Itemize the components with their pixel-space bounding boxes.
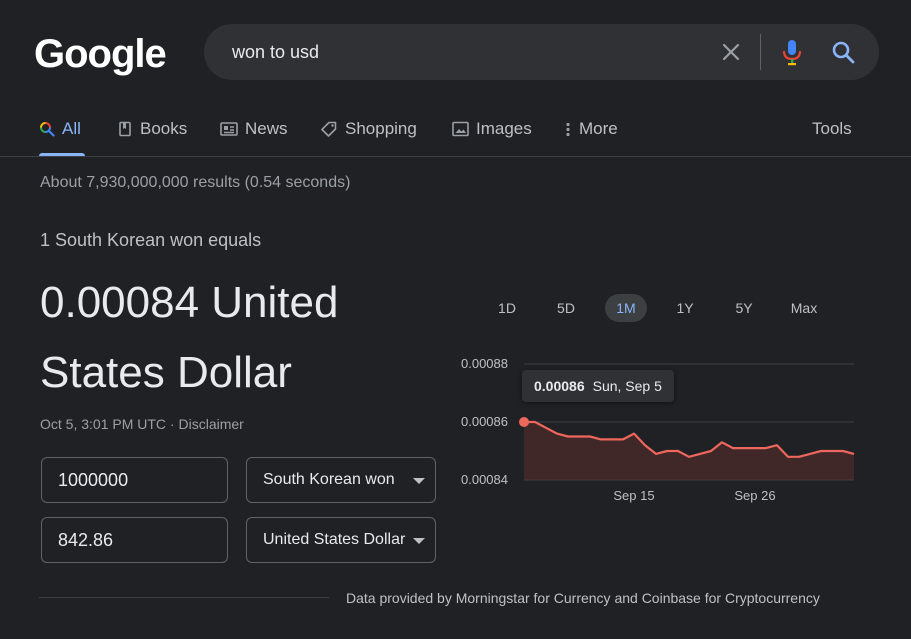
tag-icon — [320, 118, 338, 137]
tab-label: Images — [476, 119, 532, 138]
y-tick-label: 0.00086 — [461, 414, 508, 429]
range-max-button[interactable]: Max — [783, 294, 825, 322]
tab-label: More — [579, 119, 618, 138]
search-input[interactable]: won to usd — [232, 40, 319, 64]
from-amount-input[interactable] — [42, 458, 227, 502]
search-multicolor-icon — [39, 118, 55, 137]
book-icon — [117, 118, 133, 137]
timestamp-line: Oct 5, 3:01 PM UTC · Disclaimer — [40, 416, 244, 432]
image-icon — [452, 118, 469, 137]
to-currency-select[interactable]: United States Dollar — [246, 517, 436, 563]
chart-hover-point — [519, 417, 529, 427]
y-tick-label: 0.00084 — [461, 472, 508, 487]
tab-label: Books — [140, 119, 188, 138]
tab-images[interactable]: Images — [452, 118, 532, 156]
separator: · — [166, 416, 179, 432]
result-stats: About 7,930,000,000 results (0.54 second… — [40, 174, 351, 191]
dropdown-arrow-icon — [413, 478, 425, 484]
chart-tooltip: 0.00086 Sun, Sep 5 — [522, 370, 674, 402]
from-currency-select[interactable]: South Korean won — [246, 457, 436, 503]
x-tick-label: Sep 26 — [734, 488, 775, 503]
tab-shopping[interactable]: Shopping — [320, 118, 417, 156]
dropdown-arrow-icon — [413, 538, 425, 544]
range-1m-button[interactable]: 1M — [605, 294, 647, 322]
footer-divider — [39, 597, 329, 598]
tab-news[interactable]: News — [220, 118, 288, 156]
exchange-rate-chart[interactable]: 0.00088 0.00086 0.00084 Sep 15 Sep 26 — [440, 340, 880, 520]
to-amount-input[interactable] — [42, 518, 227, 562]
range-1y-button[interactable]: 1Y — [664, 294, 706, 322]
newspaper-icon — [220, 118, 238, 137]
timestamp: Oct 5, 3:01 PM UTC — [40, 416, 167, 432]
tools-button[interactable]: Tools — [812, 118, 852, 156]
y-tick-label: 0.00088 — [461, 356, 508, 371]
more-vert-icon — [564, 118, 572, 137]
tab-books[interactable]: Books — [117, 118, 187, 156]
tab-label: News — [245, 119, 288, 138]
tooltip-value: 0.00086 — [534, 378, 585, 394]
tooltip-date: Sun, Sep 5 — [592, 378, 662, 394]
google-logo[interactable]: Google — [34, 32, 167, 76]
search-bar[interactable]: won to usd — [204, 24, 879, 80]
range-5d-button[interactable]: 5D — [545, 294, 587, 322]
data-attribution: Data provided by Morningstar for Currenc… — [346, 590, 820, 606]
microphone-icon[interactable] — [778, 37, 806, 67]
x-tick-label: Sep 15 — [613, 488, 654, 503]
tab-more[interactable]: More — [564, 118, 618, 156]
range-1d-button[interactable]: 1D — [486, 294, 528, 322]
tabs-divider — [0, 156, 911, 157]
disclaimer-link[interactable]: Disclaimer — [179, 416, 244, 432]
tab-label: All — [62, 119, 81, 138]
conversion-result: 0.00084 United States Dollar — [40, 278, 339, 397]
search-divider — [760, 34, 761, 70]
tab-all[interactable]: All — [39, 118, 81, 156]
to-currency-label: United States Dollar — [263, 531, 406, 548]
equals-label: 1 South Korean won equals — [40, 230, 262, 250]
tools-label: Tools — [812, 119, 852, 138]
from-currency-label: South Korean won — [263, 471, 395, 488]
tab-label: Shopping — [345, 119, 417, 138]
to-amount-field[interactable] — [41, 517, 228, 563]
search-icon[interactable] — [828, 37, 858, 67]
close-icon[interactable] — [716, 37, 746, 67]
range-5y-button[interactable]: 5Y — [723, 294, 765, 322]
chart-area-fill — [524, 422, 854, 480]
from-amount-field[interactable] — [41, 457, 228, 503]
